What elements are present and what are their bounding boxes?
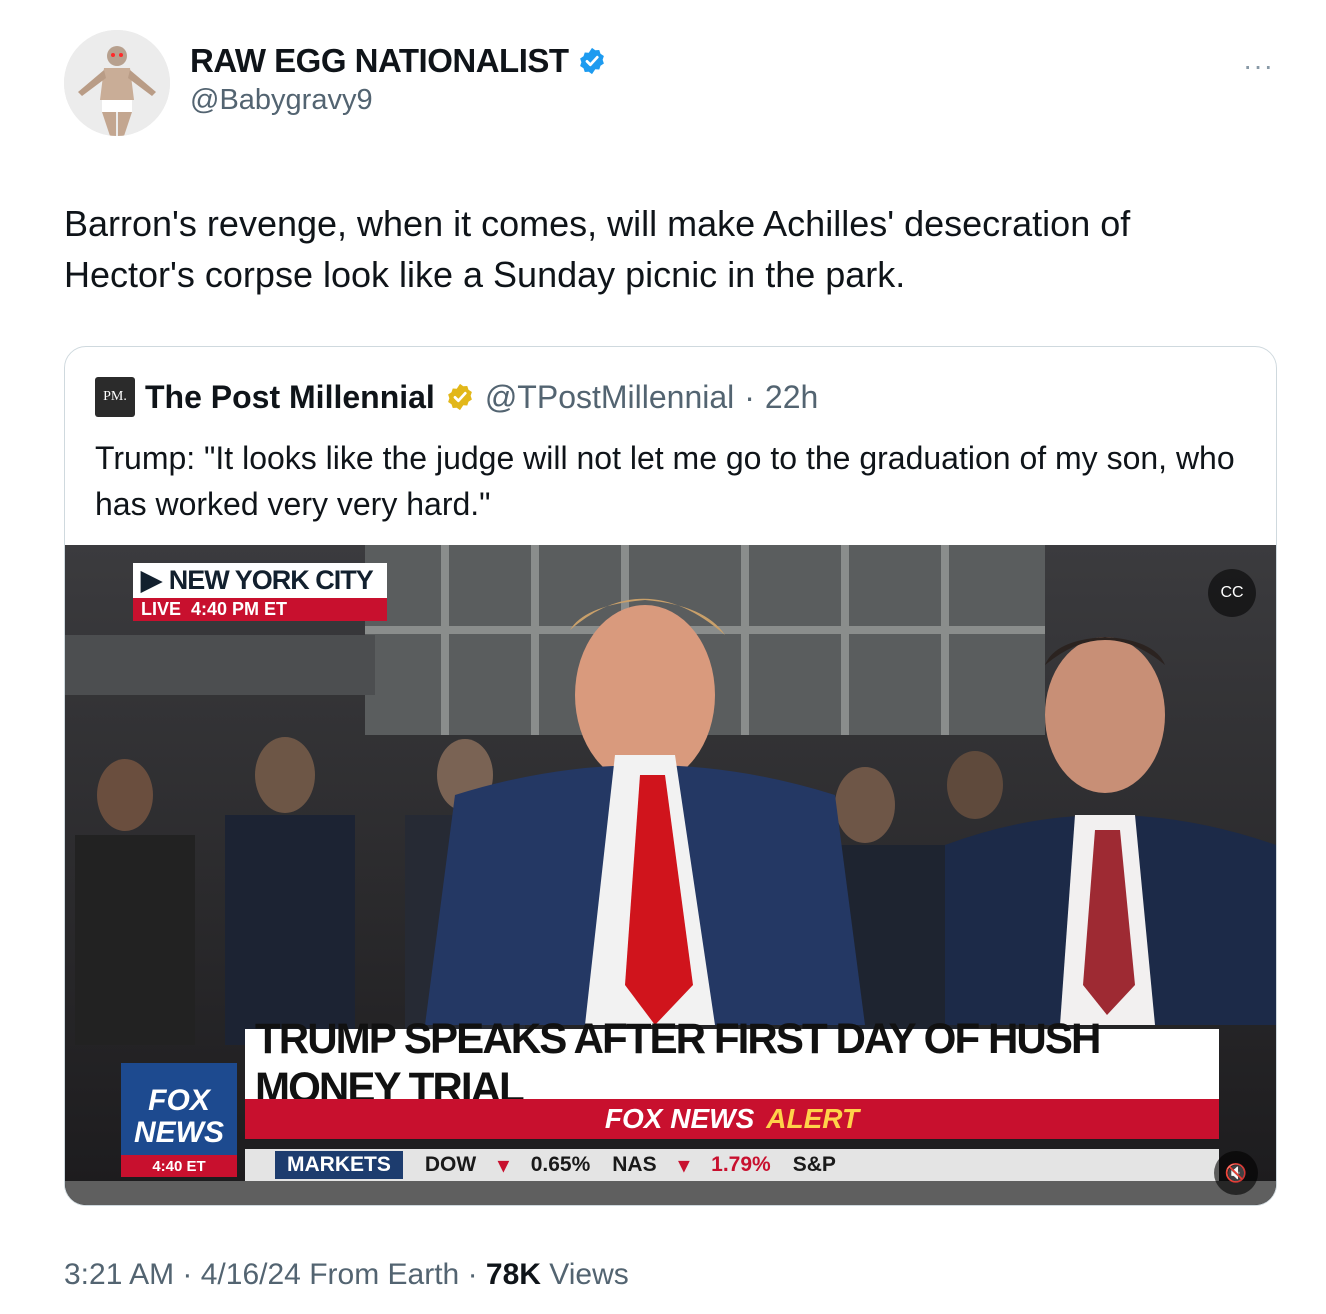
fox-logo-time: 4:40 ET <box>121 1155 237 1177</box>
markets-ticker: MARKETS DOW ▾ 0.65% NAS ▾ 1.79% S&P <box>245 1149 1219 1181</box>
quoted-author-name[interactable]: The Post Millennial <box>145 379 435 416</box>
location-bug: ▶ NEW YORK CITY LIVE 4:40 PM ET <box>133 563 387 621</box>
tweet-time[interactable]: 3:21 AM <box>64 1258 174 1291</box>
ticker-down-arrow-icon: ▾ <box>678 1153 690 1177</box>
ticker-down-arrow-icon: ▾ <box>498 1153 509 1177</box>
author-header[interactable]: RAW EGG NATIONALIST <box>190 42 607 80</box>
video-player[interactable]: ▶ NEW YORK CITY LIVE 4:40 PM ET CC TRUMP… <box>65 545 1276 1205</box>
live-label: LIVE <box>141 599 182 619</box>
ticker-nas-value: 1.79% <box>711 1153 771 1176</box>
more-options-icon[interactable]: ··· <box>1243 50 1274 82</box>
fox-logo-line2: NEWS <box>134 1116 224 1149</box>
verified-gold-badge-icon <box>447 383 472 411</box>
quoted-tweet-text: Trump: "It looks like the judge will not… <box>95 440 1235 522</box>
play-triangle-icon: ▶ <box>141 565 162 595</box>
mute-icon[interactable]: 🔇 <box>1214 1151 1258 1195</box>
author-handle[interactable]: @Babygravy9 <box>190 84 373 117</box>
alert-brand: FOX NEWS <box>604 1103 755 1134</box>
author-avatar[interactable] <box>64 30 170 136</box>
ticker-sp-label: S&P <box>792 1153 836 1176</box>
views-count[interactable]: 78K <box>486 1258 541 1291</box>
tweet-date[interactable]: 4/16/24 <box>201 1258 301 1291</box>
quoted-author-handle[interactable]: @TPostMillennial <box>485 379 734 416</box>
chyron-headline: TRUMP SPEAKS AFTER FIRST DAY OF HUSH MON… <box>245 1015 1219 1112</box>
quoted-tweet-header: PM. The Post Millennial @TPostMillennial… <box>95 377 818 417</box>
tweet-meta: 3:21 AM · 4/16/24 From Earth · 78K Views <box>64 1258 629 1291</box>
ticker-markets-label: MARKETS <box>275 1151 403 1179</box>
views-label: Views <box>549 1258 629 1291</box>
fox-news-alert-bar: FOX NEWS ALERT <box>245 1099 1219 1139</box>
captions-icon[interactable]: CC <box>1208 569 1256 617</box>
author-display-name[interactable]: RAW EGG NATIONALIST <box>190 42 569 80</box>
quoted-author-avatar[interactable]: PM. <box>95 377 135 417</box>
tweet-text: Barron's revenge, when it comes, will ma… <box>64 203 1131 295</box>
ticker-dow-value: 0.65% <box>530 1153 591 1176</box>
ticker-dow-label: DOW <box>424 1153 477 1176</box>
quoted-tweet-age[interactable]: 22h <box>765 379 818 416</box>
ticker-nas-label: NAS <box>612 1153 657 1176</box>
tweet-source: From Earth <box>309 1258 460 1291</box>
verified-badge-icon <box>579 47 604 75</box>
fox-logo-line1: FOX <box>148 1084 210 1117</box>
quoted-tweet-card[interactable]: PM. The Post Millennial @TPostMillennial… <box>64 346 1277 1206</box>
separator-dot: · <box>744 378 755 415</box>
location-label: NEW YORK CITY <box>168 565 374 595</box>
live-time: 4:40 PM ET <box>191 599 288 619</box>
alert-word: ALERT <box>766 1103 860 1134</box>
